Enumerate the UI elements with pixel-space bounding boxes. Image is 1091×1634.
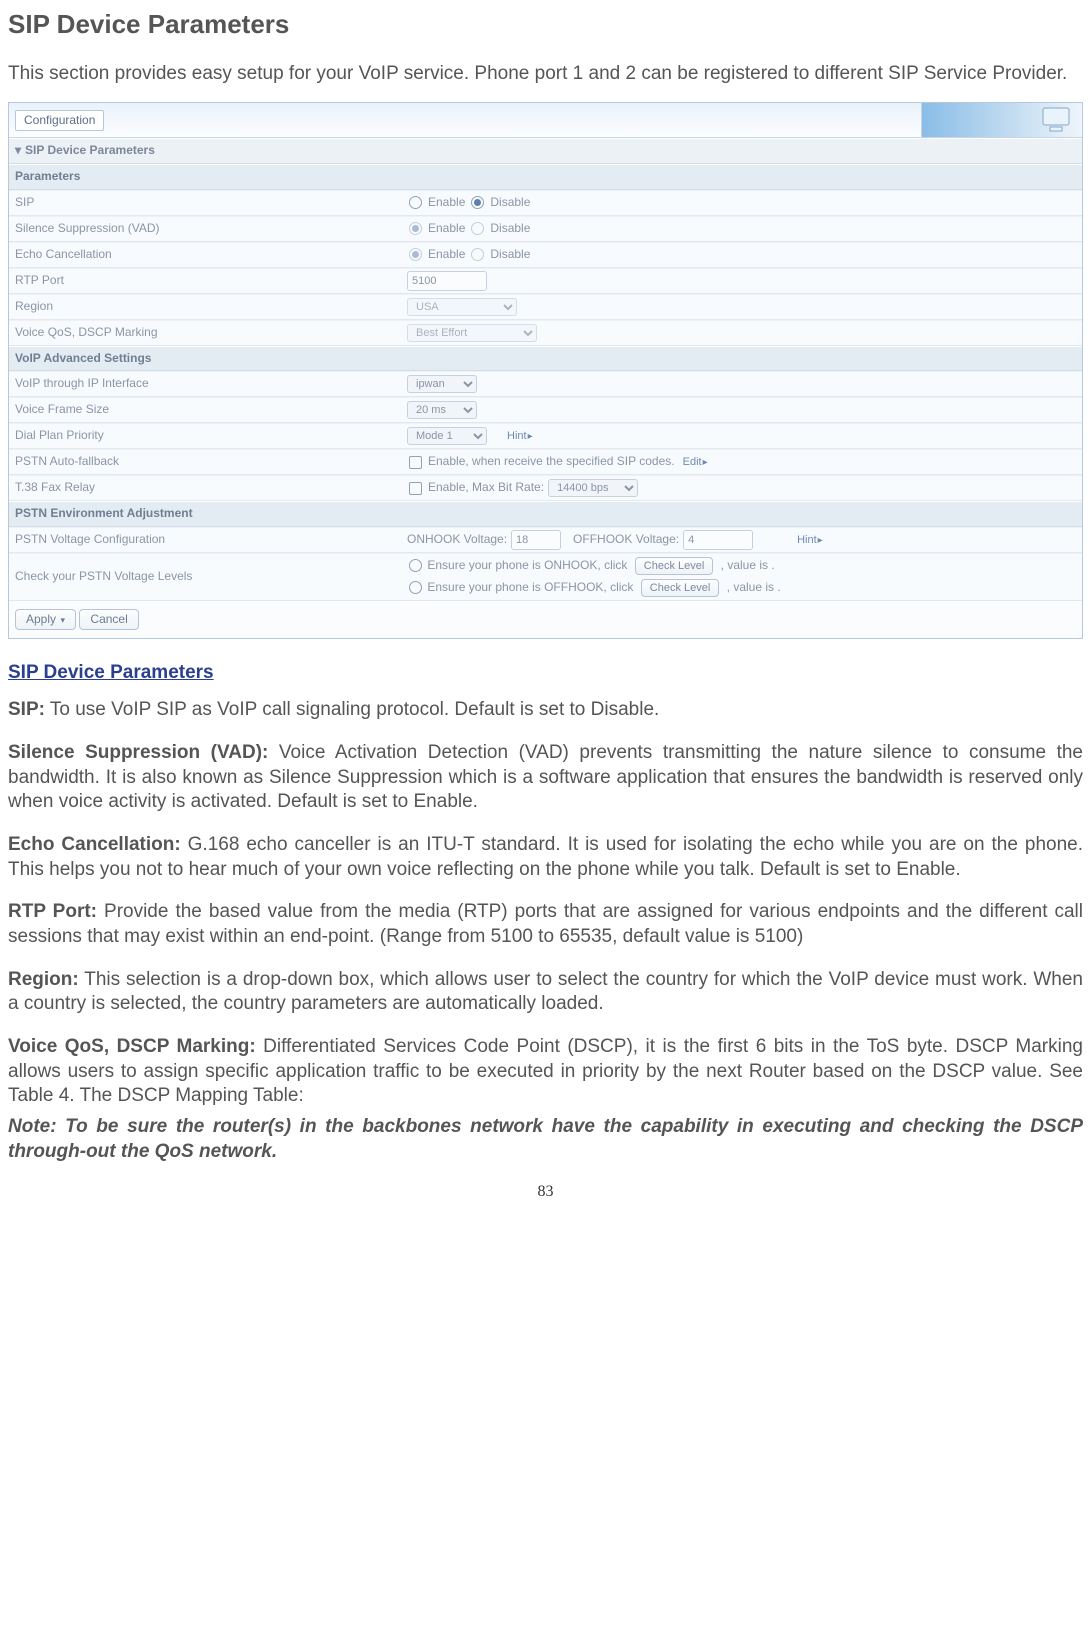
select-region[interactable]: USA [407,298,517,316]
para-rtp: RTP Port: Provide the based value from t… [8,900,1083,949]
radio-sip-disable[interactable] [471,196,484,209]
text-fallback: Enable, when receive the specified SIP c… [428,454,675,470]
bold-sip: SIP: [8,699,45,720]
input-offhook-voltage[interactable] [683,530,753,550]
row-iface: VoIP through IP Interface ipwan [9,371,1082,397]
para-sip: SIP: To use VoIP SIP as VoIP call signal… [8,698,1083,723]
header-decoration [921,103,1082,137]
page-title: SIP Device Parameters [8,8,1083,42]
section-parameters: Parameters [9,164,1082,190]
hint-dial[interactable]: Hint [507,429,533,443]
text-onhook-a: Ensure your phone is ONHOOK, click [427,558,627,572]
input-onhook-voltage[interactable] [511,530,561,550]
label-t38: T.38 Fax Relay [9,476,401,500]
para-vad: Silence Suppression (VAD): Voice Activat… [8,741,1083,815]
opt-echo-disable: Disable [490,247,530,263]
label-qos: Voice QoS, DSCP Marking [9,321,401,345]
select-iface[interactable]: ipwan [407,375,477,393]
opt-echo-enable: Enable [428,247,465,263]
row-frame: Voice Frame Size 20 ms [9,397,1082,423]
edit-fallback[interactable]: Edit [683,455,708,469]
label-vad: Silence Suppression (VAD) [9,217,401,241]
radio-offhook-check[interactable] [409,581,422,594]
checkbox-fallback[interactable] [409,456,422,469]
text-t38: Enable, Max Bit Rate: [428,480,544,496]
radio-echo-disable[interactable] [471,248,484,261]
para-qos: Voice QoS, DSCP Marking: Differentiated … [8,1035,1083,1109]
select-frame[interactable]: 20 ms [407,401,477,419]
subheading-sip-device-parameters: SIP Device Parameters [8,661,1083,686]
row-region: Region USA [9,294,1082,320]
bold-qos: Voice QoS, DSCP Marking: [8,1036,256,1057]
bold-rtp: RTP Port: [8,901,97,922]
select-t38-rate[interactable]: 14400 bps [548,479,638,497]
offhook-label: OFFHOOK Voltage: [573,532,679,548]
row-qos: Voice QoS, DSCP Marking Best Effort [9,320,1082,346]
accordion-label: SIP Device Parameters [25,143,155,157]
opt-sip-disable: Disable [490,195,530,211]
row-vad: Silence Suppression (VAD) Enable Disable [9,216,1082,242]
radio-vad-disable[interactable] [471,222,484,235]
monitor-icon [1040,106,1074,134]
label-frame: Voice Frame Size [9,398,401,422]
page-number: 83 [8,1182,1083,1203]
text-sip: To use VoIP SIP as VoIP call signaling p… [45,699,659,720]
apply-button[interactable]: Apply [15,609,76,631]
radio-echo-enable[interactable] [409,248,422,261]
text-rtp: Provide the based value from the media (… [8,901,1083,947]
text-onhook-b: , value is . [721,558,775,572]
label-iface: VoIP through IP Interface [9,372,401,396]
para-region: Region: This selection is a drop-down bo… [8,968,1083,1017]
input-rtp-port[interactable] [407,271,487,291]
check-level-onhook-button[interactable]: Check Level [635,557,714,575]
row-echo: Echo Cancellation Enable Disable [9,242,1082,268]
bold-echo: Echo Cancellation: [8,834,181,855]
opt-sip-enable: Enable [428,195,465,211]
select-dial[interactable]: Mode 1 [407,427,487,445]
row-dial: Dial Plan Priority Mode 1 Hint [9,423,1082,449]
accordion-sip-device-parameters[interactable]: ▾ SIP Device Parameters [9,138,1082,164]
text-region: This selection is a drop-down box, which… [8,969,1083,1015]
header-tab-configuration[interactable]: Configuration [15,110,104,132]
label-dial: Dial Plan Priority [9,424,401,448]
cancel-button[interactable]: Cancel [79,609,138,631]
row-sip: SIP Enable Disable [9,190,1082,216]
note-text: Note: To be sure the router(s) in the ba… [8,1115,1083,1164]
label-pstn-voltage: PSTN Voltage Configuration [9,528,401,552]
row-pstn-voltage: PSTN Voltage Configuration ONHOOK Voltag… [9,527,1082,553]
label-region: Region [9,295,401,319]
onhook-label: ONHOOK Voltage: [407,532,507,548]
label-fallback: PSTN Auto-fallback [9,450,401,474]
chevron-down-icon: ▾ [15,143,21,157]
screenshot-header: Configuration [9,103,1082,138]
radio-vad-enable[interactable] [409,222,422,235]
select-qos[interactable]: Best Effort [407,324,537,342]
row-t38: T.38 Fax Relay Enable, Max Bit Rate: 144… [9,475,1082,501]
para-echo: Echo Cancellation: G.168 echo canceller … [8,833,1083,882]
opt-vad-disable: Disable [490,221,530,237]
row-rtp: RTP Port [9,268,1082,294]
opt-vad-enable: Enable [428,221,465,237]
row-fallback: PSTN Auto-fallback Enable, when receive … [9,449,1082,475]
config-screenshot: Configuration ▾ SIP Device Parameters Par… [8,102,1083,639]
section-pstn: PSTN Environment Adjustment [9,501,1082,527]
button-bar: Apply Cancel [9,601,1082,639]
label-echo: Echo Cancellation [9,243,401,267]
label-rtp: RTP Port [9,269,401,293]
hint-voltage[interactable]: Hint [797,533,823,547]
text-offhook-b: , value is . [727,580,781,594]
intro-text: This section provides easy setup for you… [8,62,1083,87]
label-sip: SIP [9,191,401,215]
check-level-offhook-button[interactable]: Check Level [641,579,720,597]
section-voip-advanced: VoIP Advanced Settings [9,346,1082,372]
bold-vad: Silence Suppression (VAD): [8,742,268,763]
label-check-levels: Check your PSTN Voltage Levels [9,565,401,589]
text-offhook-a: Ensure your phone is OFFHOOK, click [427,580,633,594]
bold-region: Region: [8,969,79,990]
row-check-levels: Check your PSTN Voltage Levels Ensure yo… [9,553,1082,601]
radio-onhook-check[interactable] [409,559,422,572]
checkbox-t38[interactable] [409,482,422,495]
radio-sip-enable[interactable] [409,196,422,209]
